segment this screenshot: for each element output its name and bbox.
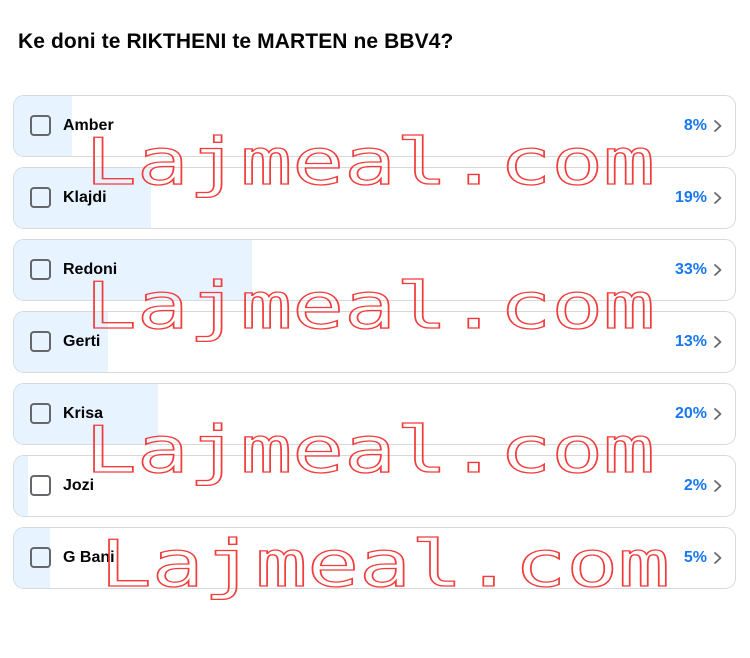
chevron-right-icon[interactable] [712, 263, 724, 277]
vote-share-bar [14, 456, 29, 516]
option-percent: 20% [674, 405, 707, 422]
option-checkbox[interactable] [30, 259, 51, 280]
option-percent: 19% [674, 189, 707, 206]
option-checkbox[interactable] [30, 331, 51, 352]
chevron-right-icon[interactable] [712, 191, 724, 205]
option-checkbox[interactable] [30, 547, 51, 568]
option-label: Krisa [63, 405, 104, 422]
option-percent: 2% [683, 477, 707, 494]
option-percent: 5% [683, 549, 707, 566]
option-label: Jozi [63, 477, 95, 494]
option-percent: 8% [683, 117, 707, 134]
chevron-right-icon[interactable] [712, 335, 724, 349]
poll-option-redoni[interactable]: Redoni 33% [13, 239, 736, 301]
option-checkbox[interactable] [30, 187, 51, 208]
option-label: G Bani [63, 549, 115, 566]
chevron-right-icon[interactable] [712, 551, 724, 565]
option-label: Redoni [63, 261, 118, 278]
poll-option-klajdi[interactable]: Klajdi 19% [13, 167, 736, 229]
chevron-right-icon[interactable] [712, 479, 724, 493]
poll-option-g-bani[interactable]: G Bani 5% [13, 527, 736, 589]
option-label: Klajdi [63, 189, 107, 206]
poll-question: Ke doni te RIKTHENI te MARTEN ne BBV4? [18, 30, 454, 53]
option-checkbox[interactable] [30, 403, 51, 424]
poll-option-amber[interactable]: Amber 8% [13, 95, 736, 157]
chevron-right-icon[interactable] [712, 407, 724, 421]
poll-option-krisa[interactable]: Krisa 20% [13, 383, 736, 445]
option-label: Amber [63, 117, 114, 134]
option-checkbox[interactable] [30, 115, 51, 136]
poll-option-jozi[interactable]: Jozi 2% [13, 455, 736, 517]
poll-option-gerti[interactable]: Gerti 13% [13, 311, 736, 373]
option-percent: 13% [674, 333, 707, 350]
poll-widget: Ke doni te RIKTHENI te MARTEN ne BBV4? A… [0, 0, 750, 658]
option-checkbox[interactable] [30, 475, 51, 496]
option-percent: 33% [674, 261, 707, 278]
poll-options: Amber 8% Klajdi 19% Redoni 33% Gerti 13% [13, 95, 736, 599]
chevron-right-icon[interactable] [712, 119, 724, 133]
option-label: Gerti [63, 333, 101, 350]
